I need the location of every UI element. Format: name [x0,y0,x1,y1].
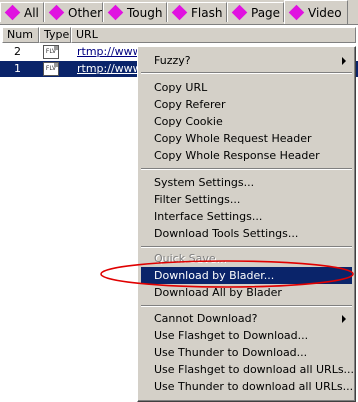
tab-diamond-icon [4,4,21,21]
column-header-num[interactable]: Num [2,27,39,43]
tab-label: Page [251,5,281,20]
menu-item-filter-settings[interactable]: Filter Settings... [141,191,352,208]
tab-other[interactable]: Other [44,2,103,22]
tab-tough[interactable]: Tough [103,2,167,22]
menu-item-copy-request-header[interactable]: Copy Whole Request Header [141,130,352,147]
menu-item-flashget-download[interactable]: Use Flashget to Download... [141,327,352,344]
menu-separator [141,168,352,170]
submenu-arrow-icon [342,57,346,65]
list-header: Num Type URL [0,27,358,43]
menu-item-thunder-download[interactable]: Use Thunder to Download... [141,344,352,361]
tab-diamond-icon [48,4,65,21]
tab-video[interactable]: Video [284,0,348,24]
tab-flash[interactable]: Flash [167,2,227,22]
menu-item-interface-settings[interactable]: Interface Settings... [141,208,352,225]
tab-diamond-icon [171,4,188,21]
menu-item-copy-referer[interactable]: Copy Referer [141,96,352,113]
tab-label: Video [308,5,342,20]
menu-item-copy-url[interactable]: Copy URL [141,79,352,96]
row-url[interactable]: rtmp://www [77,44,142,60]
tab-label: Other [68,5,103,20]
tab-diamond-icon [107,4,124,21]
menu-separator [141,305,352,307]
menu-item-flashget-download-all[interactable]: Use Flashget to download all URLs... [141,361,354,378]
menu-item-copy-cookie[interactable]: Copy Cookie [141,113,352,130]
tab-diamond-icon [231,4,248,21]
submenu-arrow-icon [342,315,346,323]
row-url[interactable]: rtmp://www [77,61,142,77]
flv-file-icon: FLV [43,45,59,59]
row-num: 1 [14,62,21,75]
tab-label: All [24,5,39,20]
menu-separator [141,72,352,74]
tab-bar: All Other Tough Flash Page Video [0,0,358,24]
menu-item-cannot-download[interactable]: Cannot Download? [141,310,352,327]
menu-separator [141,246,352,248]
flv-file-icon: FLV [43,62,59,76]
menu-item-copy-response-header[interactable]: Copy Whole Response Header [141,147,352,164]
tab-all[interactable]: All [0,2,44,22]
column-header-type[interactable]: Type [39,27,71,43]
tab-diamond-icon [288,4,305,21]
menu-item-thunder-download-all[interactable]: Use Thunder to download all URLs... [141,378,353,395]
tab-label: Flash [191,5,223,20]
tab-label: Tough [127,5,163,20]
column-header-url[interactable]: URL [71,27,356,43]
menu-item-download-by-blader[interactable]: Download by Blader... [141,267,352,284]
menu-item-download-tools-settings[interactable]: Download Tools Settings... [141,225,352,242]
menu-item-quick-save: Quick Save... [154,252,227,265]
menu-item-download-all-by-blader[interactable]: Download All by Blader [141,284,352,301]
tab-page[interactable]: Page [227,2,284,22]
menu-item-system-settings[interactable]: System Settings... [141,174,352,191]
row-num: 2 [14,45,21,58]
menu-item-fuzzy[interactable]: Fuzzy? [141,52,352,69]
context-menu: Fuzzy? Copy URL Copy Referer Copy Cookie… [137,46,356,402]
